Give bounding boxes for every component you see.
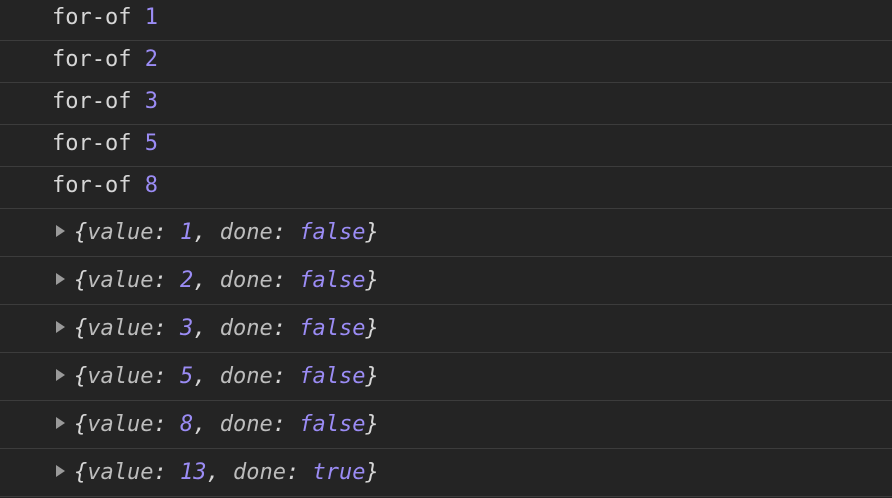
object-value: 8	[179, 412, 194, 437]
console-object-message[interactable]: {value: 5, done: false}	[0, 353, 892, 401]
expand-triangle-icon[interactable]	[56, 321, 65, 333]
object-boolean: false	[299, 316, 366, 341]
object-boolean: false	[299, 268, 366, 293]
console-object-message[interactable]: {value: 3, done: false}	[0, 305, 892, 353]
console-object-message[interactable]: {value: 2, done: false}	[0, 257, 892, 305]
object-key: value	[87, 268, 154, 293]
object-key: done	[219, 220, 273, 245]
object-key: value	[87, 412, 154, 437]
log-value: 1	[144, 5, 158, 30]
log-label: for-of	[52, 131, 132, 156]
object-value: 2	[179, 268, 194, 293]
expand-triangle-icon[interactable]	[56, 273, 65, 285]
console-message: for-of 8	[0, 167, 892, 209]
console-object-message[interactable]: {value: 8, done: false}	[0, 401, 892, 449]
object-boolean: true	[312, 460, 366, 485]
log-value: 8	[144, 173, 158, 198]
console-output: for-of 1 for-of 2 for-of 3 for-of 5 for-…	[0, 0, 892, 498]
object-value: 13	[179, 460, 207, 485]
object-key: done	[219, 364, 273, 389]
object-boolean: false	[299, 412, 366, 437]
object-value: 3	[179, 316, 194, 341]
log-label: for-of	[52, 47, 132, 72]
object-key: done	[219, 412, 273, 437]
console-message: for-of 1	[0, 0, 892, 41]
expand-triangle-icon[interactable]	[56, 225, 65, 237]
object-boolean: false	[299, 220, 366, 245]
expand-triangle-icon[interactable]	[56, 369, 65, 381]
console-object-message[interactable]: {value: 1, done: false}	[0, 209, 892, 257]
console-message: for-of 5	[0, 125, 892, 167]
object-key: value	[87, 460, 154, 485]
expand-triangle-icon[interactable]	[56, 465, 65, 477]
object-value: 1	[179, 220, 194, 245]
console-object-message[interactable]: {value: 13, done: true}	[0, 449, 892, 497]
object-key: done	[219, 268, 273, 293]
object-value: 5	[179, 364, 194, 389]
log-value: 2	[144, 47, 158, 72]
console-message: for-of 3	[0, 83, 892, 125]
object-boolean: false	[299, 364, 366, 389]
log-label: for-of	[52, 89, 132, 114]
object-key: value	[87, 364, 154, 389]
expand-triangle-icon[interactable]	[56, 417, 65, 429]
log-value: 3	[144, 89, 158, 114]
console-message: for-of 2	[0, 41, 892, 83]
log-label: for-of	[52, 5, 132, 30]
object-key: value	[87, 220, 154, 245]
object-key: done	[219, 316, 273, 341]
log-value: 5	[144, 131, 158, 156]
object-key: value	[87, 316, 154, 341]
object-key: done	[232, 460, 286, 485]
log-label: for-of	[52, 173, 132, 198]
